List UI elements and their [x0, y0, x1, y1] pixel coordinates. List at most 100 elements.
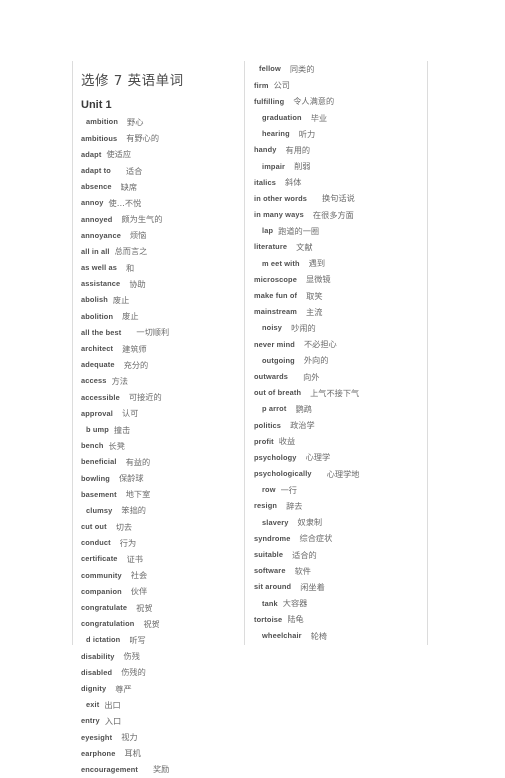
entry-term: abolish — [81, 295, 108, 305]
unit-heading: Unit 1 — [81, 99, 112, 111]
entry-gloss: 撞击 — [113, 424, 131, 435]
vocabulary-entry: conduct 行为 — [73, 535, 244, 551]
vocabulary-entry: all the best 一切顺利 — [73, 324, 244, 340]
entry-gloss: 保龄球 — [118, 473, 144, 484]
entry-term: annoy — [81, 198, 104, 208]
vocabulary-entry: assistance 协助 — [73, 276, 244, 292]
entry-gloss: 吵闹的 — [291, 322, 316, 333]
vocabulary-entry: suitable 适合的 — [246, 547, 427, 563]
entry-gloss: 方法 — [111, 375, 128, 386]
vocabulary-entry: certificate 证书 — [73, 551, 244, 567]
vocabulary-entry: adapt 使适应 — [73, 146, 244, 162]
entry-gloss: 政治学 — [290, 420, 315, 431]
entry-term: microscope — [254, 274, 297, 284]
entry-gloss: 一切顺利 — [136, 327, 170, 338]
entry-gloss: 颇为生气的 — [121, 214, 163, 225]
entry-gloss: 祝贺 — [143, 618, 160, 629]
entry-term: adapt to — [81, 165, 111, 175]
vocabulary-entry: m eet with 遇到 — [246, 255, 427, 271]
vocabulary-entry: psychologically 心理学地 — [246, 466, 427, 482]
entry-term: assistance — [81, 279, 121, 289]
entry-term: m eet with — [262, 258, 300, 268]
entry-term: basement — [81, 489, 117, 499]
vocabulary-entry: disability 伤残 — [73, 648, 244, 664]
vocabulary-entry: dignity 尊严 — [73, 681, 244, 697]
vocabulary-entry: earphone 耳机 — [73, 745, 244, 761]
entry-term: tank — [262, 598, 278, 608]
entry-gloss: 向外 — [303, 371, 320, 382]
entry-gloss: 大容器 — [282, 598, 308, 609]
entry-term: fellow — [259, 64, 281, 74]
entry-gloss: 祝贺 — [136, 602, 153, 613]
vocabulary-entry: resign 辞去 — [246, 498, 427, 514]
entry-term: slavery — [262, 517, 289, 527]
entry-gloss: 奖励 — [152, 764, 170, 775]
entry-term: architect — [81, 344, 114, 354]
entry-term: congratulate — [81, 603, 128, 613]
entry-term: congratulation — [81, 619, 135, 629]
vocabulary-entry: congratulation 祝贺 — [73, 616, 244, 632]
entry-gloss: 遇到 — [308, 258, 326, 269]
entry-gloss: 文献 — [296, 242, 313, 253]
entry-term: exit — [86, 700, 100, 710]
entry-gloss: 伙伴 — [130, 586, 148, 597]
entry-gloss: 建筑师 — [122, 343, 147, 354]
entry-term: b ump — [86, 424, 109, 434]
entry-gloss: 和 — [126, 262, 135, 273]
entry-term: companion — [81, 586, 122, 596]
entry-term: accessible — [81, 392, 120, 402]
entry-term: tortoise — [254, 614, 283, 624]
entry-term: d ictation — [86, 635, 121, 645]
vocabulary-entry: beneficial 有益的 — [73, 454, 244, 470]
vocabulary-entry: approval 认可 — [73, 405, 244, 421]
entry-gloss: 心理学 — [305, 452, 331, 463]
vocabulary-entry: graduation 毕业 — [246, 110, 427, 126]
entry-gloss: 切去 — [115, 521, 133, 532]
entry-gloss: 有野心的 — [126, 133, 160, 144]
entry-gloss: 显微镜 — [306, 274, 331, 285]
vocabulary-entry: adequate 充分的 — [73, 357, 244, 373]
entry-term: absence — [81, 182, 112, 192]
entry-term: ambition — [86, 117, 118, 127]
vocabulary-entry: annoy 使…不悦 — [73, 195, 244, 211]
entry-term: in many ways — [254, 210, 304, 220]
vocabulary-entry: encouragement 奖励 — [73, 762, 244, 778]
entry-gloss: 同类的 — [289, 63, 315, 74]
vocabulary-entry: in other words 换句话说 — [246, 191, 427, 207]
entry-gloss: 取笑 — [306, 290, 323, 301]
vocabulary-entry: ambition 野心 — [73, 114, 244, 130]
entry-gloss: 轮椅 — [310, 630, 328, 641]
entry-gloss: 综合症状 — [299, 533, 333, 544]
entry-term: literature — [254, 242, 288, 252]
vocabulary-entry: profit 收益 — [246, 433, 427, 449]
vocabulary-entry: noisy 吵闹的 — [246, 320, 427, 336]
entry-gloss: 斜体 — [285, 177, 302, 188]
entry-gloss: 有用的 — [285, 144, 311, 155]
entry-gloss: 地下室 — [125, 489, 151, 500]
vocabulary-entry: bowling 保龄球 — [73, 470, 244, 486]
vocabulary-entry: italics 斜体 — [246, 174, 427, 190]
entry-term: impair — [262, 161, 286, 171]
vocabulary-entry: firm 公司 — [246, 77, 427, 93]
entry-term: noisy — [262, 323, 283, 333]
vocabulary-entry: fellow 同类的 — [246, 61, 427, 77]
entry-term: handy — [254, 145, 277, 155]
entry-gloss: 外向的 — [303, 355, 329, 366]
entry-gloss: 废止 — [112, 295, 130, 306]
vocabulary-entry: cut out 切去 — [73, 519, 244, 535]
entry-gloss: 有益的 — [125, 456, 151, 467]
entry-term: p arrot — [262, 404, 287, 414]
entry-term: sit around — [254, 582, 292, 592]
entry-term: entry — [81, 716, 100, 726]
vocabulary-entry: basement 地下室 — [73, 486, 244, 502]
vocabulary-list-left: ambition 野心 ambitious 有野心的 adapt 使适应 adapt to 适… — [73, 114, 244, 778]
entry-gloss: 适合的 — [292, 549, 317, 560]
vocabulary-entry: ambitious 有野心的 — [73, 130, 244, 146]
entry-term: never mind — [254, 339, 295, 349]
entry-gloss: 长凳 — [108, 440, 125, 451]
entry-term: access — [81, 376, 107, 386]
entry-term: encouragement — [81, 764, 138, 774]
vocabulary-list-right: fellow 同类的 firm 公司 fulfilling 令人满意的 graduation… — [246, 61, 427, 644]
vocabulary-entry: politics 政治学 — [246, 417, 427, 433]
entry-gloss: 可接近的 — [128, 392, 162, 403]
